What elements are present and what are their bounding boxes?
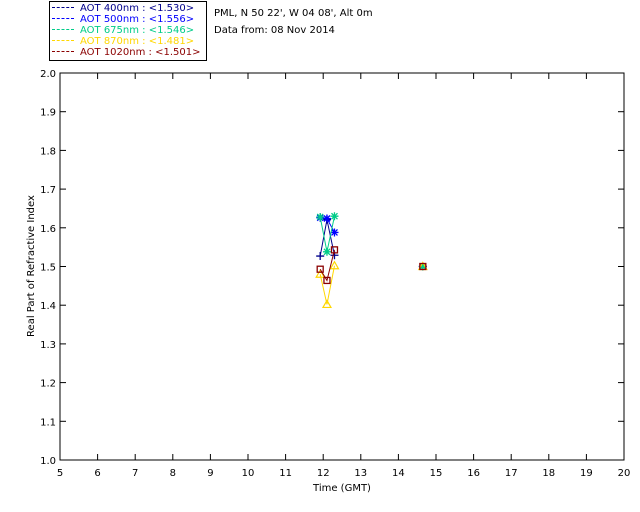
legend-swatch: [52, 51, 74, 53]
series-layer: [315, 212, 428, 309]
series-point: [316, 212, 325, 221]
site-info: PML, N 50 22', W 04 08', Alt 0m: [214, 8, 373, 19]
x-tick-label: 20: [618, 468, 631, 479]
x-tick-label: 14: [392, 468, 405, 479]
series-group: [315, 260, 428, 309]
legend-item: AOT 675nm : <1.546>: [52, 25, 194, 36]
x-tick-label: 7: [132, 468, 138, 479]
series-group: [316, 246, 427, 285]
refractive-index-chart: 5 6 7 8 9 10 11 12 13 14 15 16 17 18 19 20 1.0 1.1 1.2 1.3…: [26, 69, 631, 494]
legend-label: AOT 675nm : <1.546>: [80, 25, 195, 36]
legend-label: AOT 400nm : <1.530>: [80, 3, 195, 14]
x-tick-label: 8: [170, 468, 176, 479]
x-axis-label: Time (GMT): [312, 483, 371, 494]
series-line: [319, 265, 335, 305]
legend-item: AOT 400nm : <1.530>: [52, 3, 194, 14]
legend-label: AOT 500nm : <1.556>: [80, 14, 195, 25]
y-tick-label: 2.0: [40, 69, 56, 80]
legend-item: AOT 1020nm : <1.501>: [52, 47, 200, 58]
legend-label: AOT 1020nm : <1.501>: [80, 47, 201, 58]
series-point: [322, 247, 331, 256]
legend-swatch: [52, 18, 74, 20]
x-tick-label: 15: [430, 468, 443, 479]
legend-swatch: [52, 7, 74, 9]
legend-label: AOT 870nm : <1.481>: [80, 36, 195, 47]
plot-frame: [59, 72, 625, 461]
legend-item: AOT 870nm : <1.481>: [52, 36, 194, 47]
x-tick-label: 17: [505, 468, 518, 479]
series-group: [316, 212, 427, 271]
x-tick-label: 13: [354, 468, 367, 479]
x-tick-label: 19: [580, 468, 593, 479]
y-tick-label: 1.5: [40, 263, 56, 274]
x-tick-label: 6: [94, 468, 100, 479]
y-tick-label: 1.7: [40, 185, 56, 196]
legend-item: AOT 500nm : <1.556>: [52, 14, 194, 25]
x-tick-label: 16: [467, 468, 480, 479]
y-tick-label: 1.2: [40, 379, 56, 390]
x-axis: 5 6 7 8 9 10 11 12 13 14 15 16 17 18 19 20: [57, 73, 631, 479]
series-point: [322, 214, 331, 223]
legend-swatch: [52, 29, 74, 31]
y-tick-label: 1.4: [40, 301, 56, 312]
y-tick-label: 1.8: [40, 146, 56, 157]
x-tick-label: 10: [242, 468, 255, 479]
x-tick-label: 9: [207, 468, 213, 479]
series-point: [316, 252, 325, 261]
y-tick-label: 1.0: [40, 456, 56, 467]
x-tick-label: 12: [317, 468, 330, 479]
x-tick-label: 5: [57, 468, 63, 479]
y-tick-label: 1.9: [40, 108, 56, 119]
y-tick-label: 1.6: [40, 224, 56, 235]
series-point: [330, 212, 339, 221]
y-axis-label: Real Part of Refractive Index: [26, 195, 37, 337]
y-tick-label: 1.3: [40, 340, 56, 351]
date-info: Data from: 08 Nov 2014: [214, 25, 335, 36]
x-tick-label: 11: [279, 468, 292, 479]
legend: AOT 400nm : <1.530> AOT 500nm : <1.556> …: [49, 1, 207, 61]
legend-swatch: [52, 40, 74, 42]
y-tick-label: 1.1: [40, 417, 56, 428]
x-tick-label: 18: [542, 468, 555, 479]
y-axis: 1.0 1.1 1.2 1.3 1.4 1.5 1.6 1.7 1.8 1.9 2.0: [40, 69, 624, 467]
